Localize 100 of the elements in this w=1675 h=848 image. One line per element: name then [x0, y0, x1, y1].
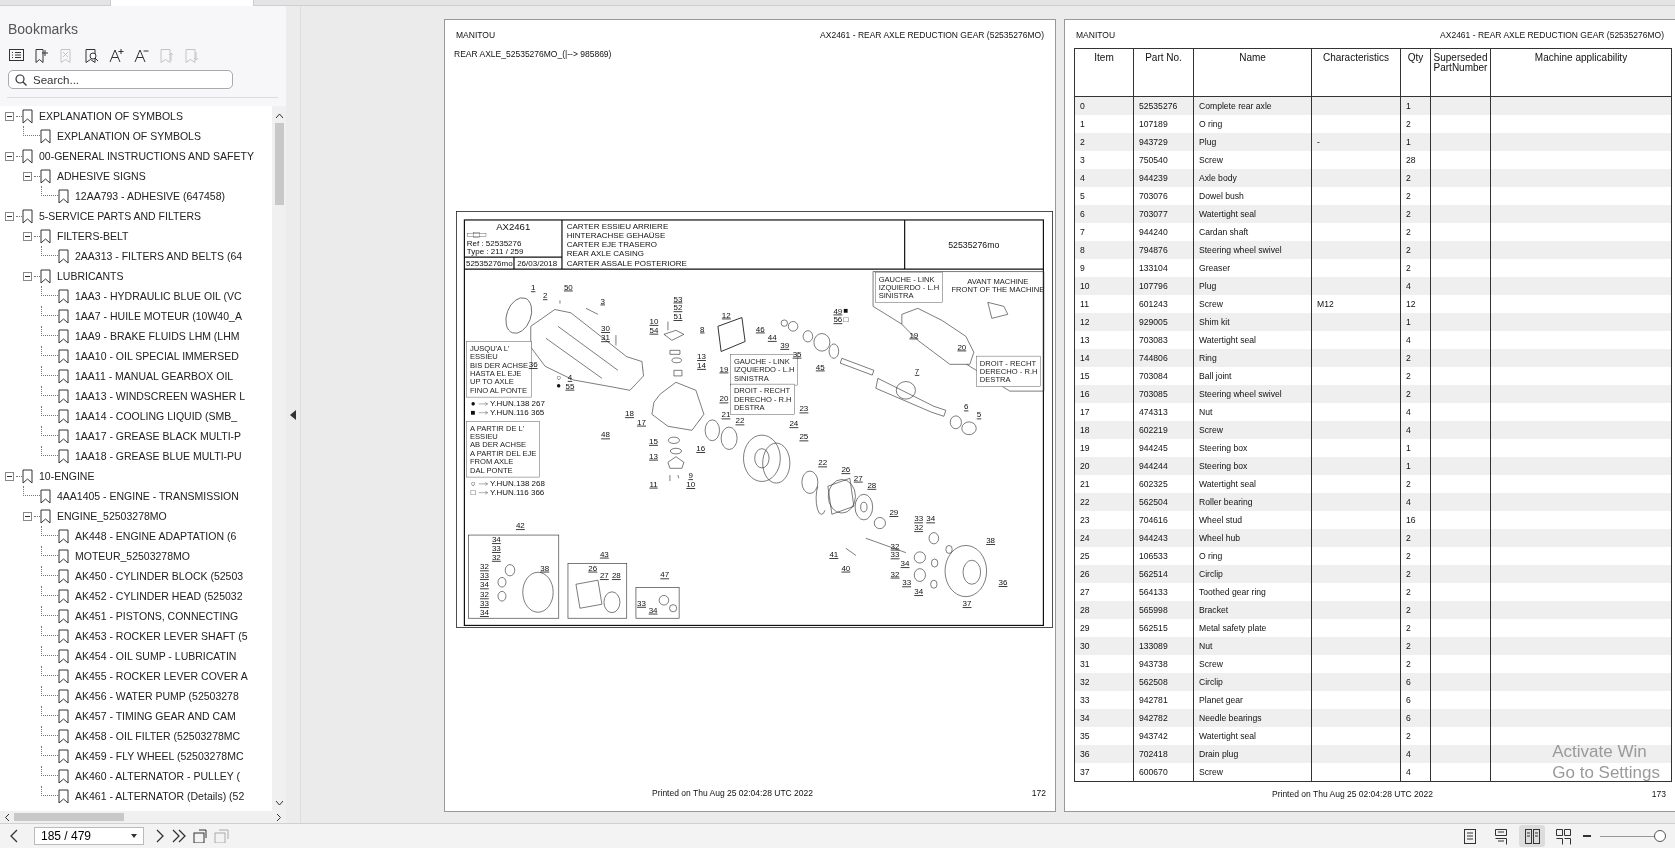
- bookmark-item[interactable]: 10-ENGINE: [0, 466, 272, 486]
- bookmark-item[interactable]: AK453 - ROCKER LEVER SHAFT (5: [0, 626, 272, 646]
- bookmark-item[interactable]: 1AA7 - HUILE MOTEUR (10W40_A: [0, 306, 272, 326]
- callout-number: 20: [719, 394, 729, 404]
- collapse-toggle-icon[interactable]: [23, 271, 32, 281]
- table-cell: 28: [1075, 601, 1134, 619]
- table-cell: 30: [1075, 637, 1134, 655]
- bookmark-item[interactable]: LUBRICANTS: [0, 266, 272, 286]
- page-number: 172: [1031, 788, 1046, 798]
- table-cell: 2: [1401, 385, 1431, 403]
- bookmark-item[interactable]: AK455 - ROCKER LEVER COVER A: [0, 666, 272, 686]
- bookmark-item[interactable]: 1AA9 - BRAKE FLUIDS LHM (LHM: [0, 326, 272, 346]
- page-header-title: AX2461 - REAR AXLE REDUCTION GEAR (52535276MO): [820, 30, 1044, 40]
- callout-number: 23: [799, 404, 809, 414]
- scroll-right-icon[interactable]: [276, 812, 282, 822]
- table-cell: 0: [1075, 97, 1134, 115]
- table-cell: 2: [1401, 205, 1431, 223]
- collapse-toggle-icon[interactable]: [5, 211, 14, 221]
- bookmark-icon: [58, 768, 69, 784]
- bookmark-item[interactable]: 5-SERVICE PARTS AND FILTERS: [0, 206, 272, 226]
- drawing-date: 26/03/2018: [517, 259, 558, 269]
- bookmark-item[interactable]: AK452 - CYLINDER HEAD (525032: [0, 586, 272, 606]
- scroll-left-icon[interactable]: [4, 812, 10, 822]
- bookmark-item[interactable]: ENGINE_52503278MO: [0, 506, 272, 526]
- collapse-toggle-icon[interactable]: [23, 171, 32, 181]
- bookmark-item[interactable]: AK450 - CYLINDER BLOCK (52503: [0, 566, 272, 586]
- scroll-up-icon[interactable]: [274, 112, 284, 119]
- bookmark-item[interactable]: AK461 - ALTERNATOR (Details) (52: [0, 786, 272, 806]
- callout-number: 12: [721, 310, 731, 320]
- bookmark-item[interactable]: 1AA18 - GREASE BLUE MULTI-PU: [0, 446, 272, 466]
- list-icon[interactable]: [8, 47, 25, 64]
- callout-number: 42: [515, 521, 525, 531]
- view-mode-button[interactable]: [1519, 825, 1545, 847]
- bookmark-item[interactable]: 4AA1405 - ENGINE - TRANSMISSION: [0, 486, 272, 506]
- bookmark-item[interactable]: 2AA313 - FILTERS AND BELTS (64: [0, 246, 272, 266]
- bookmark-item[interactable]: AK458 - OIL FILTER (52503278MC: [0, 726, 272, 746]
- bookmark-item[interactable]: 1AA10 - OIL SPECIAL IMMERSED: [0, 346, 272, 366]
- bookmark-icon: [40, 168, 51, 184]
- page-number-field[interactable]: 185 / 479: [34, 827, 144, 845]
- bookmark-item[interactable]: 1AA3 - HYDRAULIC BLUE OIL (VC: [0, 286, 272, 306]
- font-increase-icon[interactable]: [108, 47, 125, 64]
- table-cell: 6: [1401, 673, 1431, 691]
- bookmark-icon: [58, 548, 69, 564]
- bookmark-item[interactable]: ADHESIVE SIGNS: [0, 166, 272, 186]
- bookmark-item[interactable]: 12AA793 - ADHESIVE (647458): [0, 186, 272, 206]
- find-bookmark-icon[interactable]: [83, 47, 100, 64]
- collapse-toggle-icon[interactable]: [5, 151, 14, 161]
- page-layout-icon: [1461, 827, 1479, 845]
- scrollbar-thumb[interactable]: [14, 813, 124, 821]
- previous-page-icon: [9, 829, 19, 843]
- bookmark-icon: [58, 308, 69, 324]
- table-cell: 2: [1401, 637, 1431, 655]
- callout-number: 14: [697, 360, 706, 370]
- bookmark-item[interactable]: AK460 - ALTERNATOR - PULLEY (: [0, 766, 272, 786]
- legend-code: Y.HUN.116 366: [490, 488, 545, 498]
- bookmark-item[interactable]: EXPLANATION OF SYMBOLS: [0, 126, 272, 146]
- bookmark-item[interactable]: 1AA14 - COOLING LIQUID (SMB_: [0, 406, 272, 426]
- collapse-toggle-icon[interactable]: [5, 471, 14, 481]
- legend-marker: □: [470, 488, 476, 498]
- collapse-toggle-icon[interactable]: [23, 231, 32, 241]
- scrollbar-thumb[interactable]: [274, 123, 284, 205]
- callout-number: 19: [719, 364, 729, 374]
- callout-number: 21: [721, 410, 731, 420]
- bookmark-item[interactable]: AK454 - OIL SUMP - LUBRICATIN: [0, 646, 272, 666]
- collapse-toggle-icon[interactable]: [5, 111, 14, 121]
- bookmark-item[interactable]: 00-GENERAL INSTRUCTIONS AND SAFETY: [0, 146, 272, 166]
- bookmark-item[interactable]: 1AA17 - GREASE BLACK MULTI-P: [0, 426, 272, 446]
- horizontal-scrollbar[interactable]: [0, 811, 286, 823]
- bookmark-item[interactable]: AK448 - ENGINE ADAPTATION (6: [0, 526, 272, 546]
- collapse-panel-icon[interactable]: [290, 409, 296, 420]
- slider-thumb[interactable]: [1653, 830, 1666, 842]
- legend-code: Y.HUN.138 267: [490, 399, 545, 409]
- callout-number: 33: [914, 514, 924, 524]
- search-field[interactable]: Search...: [8, 70, 233, 89]
- table-cell: Nut: [1194, 637, 1312, 655]
- last-page-icon: [171, 829, 187, 843]
- table-cell: 16: [1075, 385, 1134, 403]
- bookmark-item[interactable]: EXPLANATION OF SYMBOLS: [0, 106, 272, 126]
- table-cell: Plug: [1194, 133, 1312, 151]
- bookmark-item[interactable]: FILTERS-BELT: [0, 226, 272, 246]
- bookmark-item[interactable]: 1AA11 - MANUAL GEARBOX OIL: [0, 366, 272, 386]
- bookmark-item[interactable]: MOTEUR_52503278MO: [0, 546, 272, 566]
- bookmark-item[interactable]: AK457 - TIMING GEAR AND CAM: [0, 706, 272, 726]
- add-bookmark-icon[interactable]: [33, 47, 50, 64]
- scroll-down-icon[interactable]: [274, 800, 284, 807]
- collapse-toggle-icon[interactable]: [23, 511, 32, 521]
- bookmark-item[interactable]: 1AA13 - WINDSCREEN WASHER L: [0, 386, 272, 406]
- bookmark-icon: [58, 448, 69, 464]
- bookmark-item[interactable]: AK459 - FLY WHEEL (52503278MC: [0, 746, 272, 766]
- bookmark-item[interactable]: AK456 - WATER PUMP (52503278: [0, 686, 272, 706]
- font-decrease-icon[interactable]: [133, 47, 150, 64]
- bookmark-item[interactable]: AK451 - PISTONS, CONNECTING: [0, 606, 272, 626]
- table-cell: 600670: [1134, 763, 1194, 781]
- small-axle-icon: [467, 232, 487, 238]
- sheet-code: 52535276mo: [466, 259, 513, 269]
- callout-number: 32: [491, 552, 501, 562]
- vertical-scrollbar[interactable]: [272, 106, 286, 811]
- bookmark-icon: [22, 148, 33, 164]
- table-cell: 20: [1075, 457, 1134, 475]
- callout-number: 56: [833, 315, 843, 325]
